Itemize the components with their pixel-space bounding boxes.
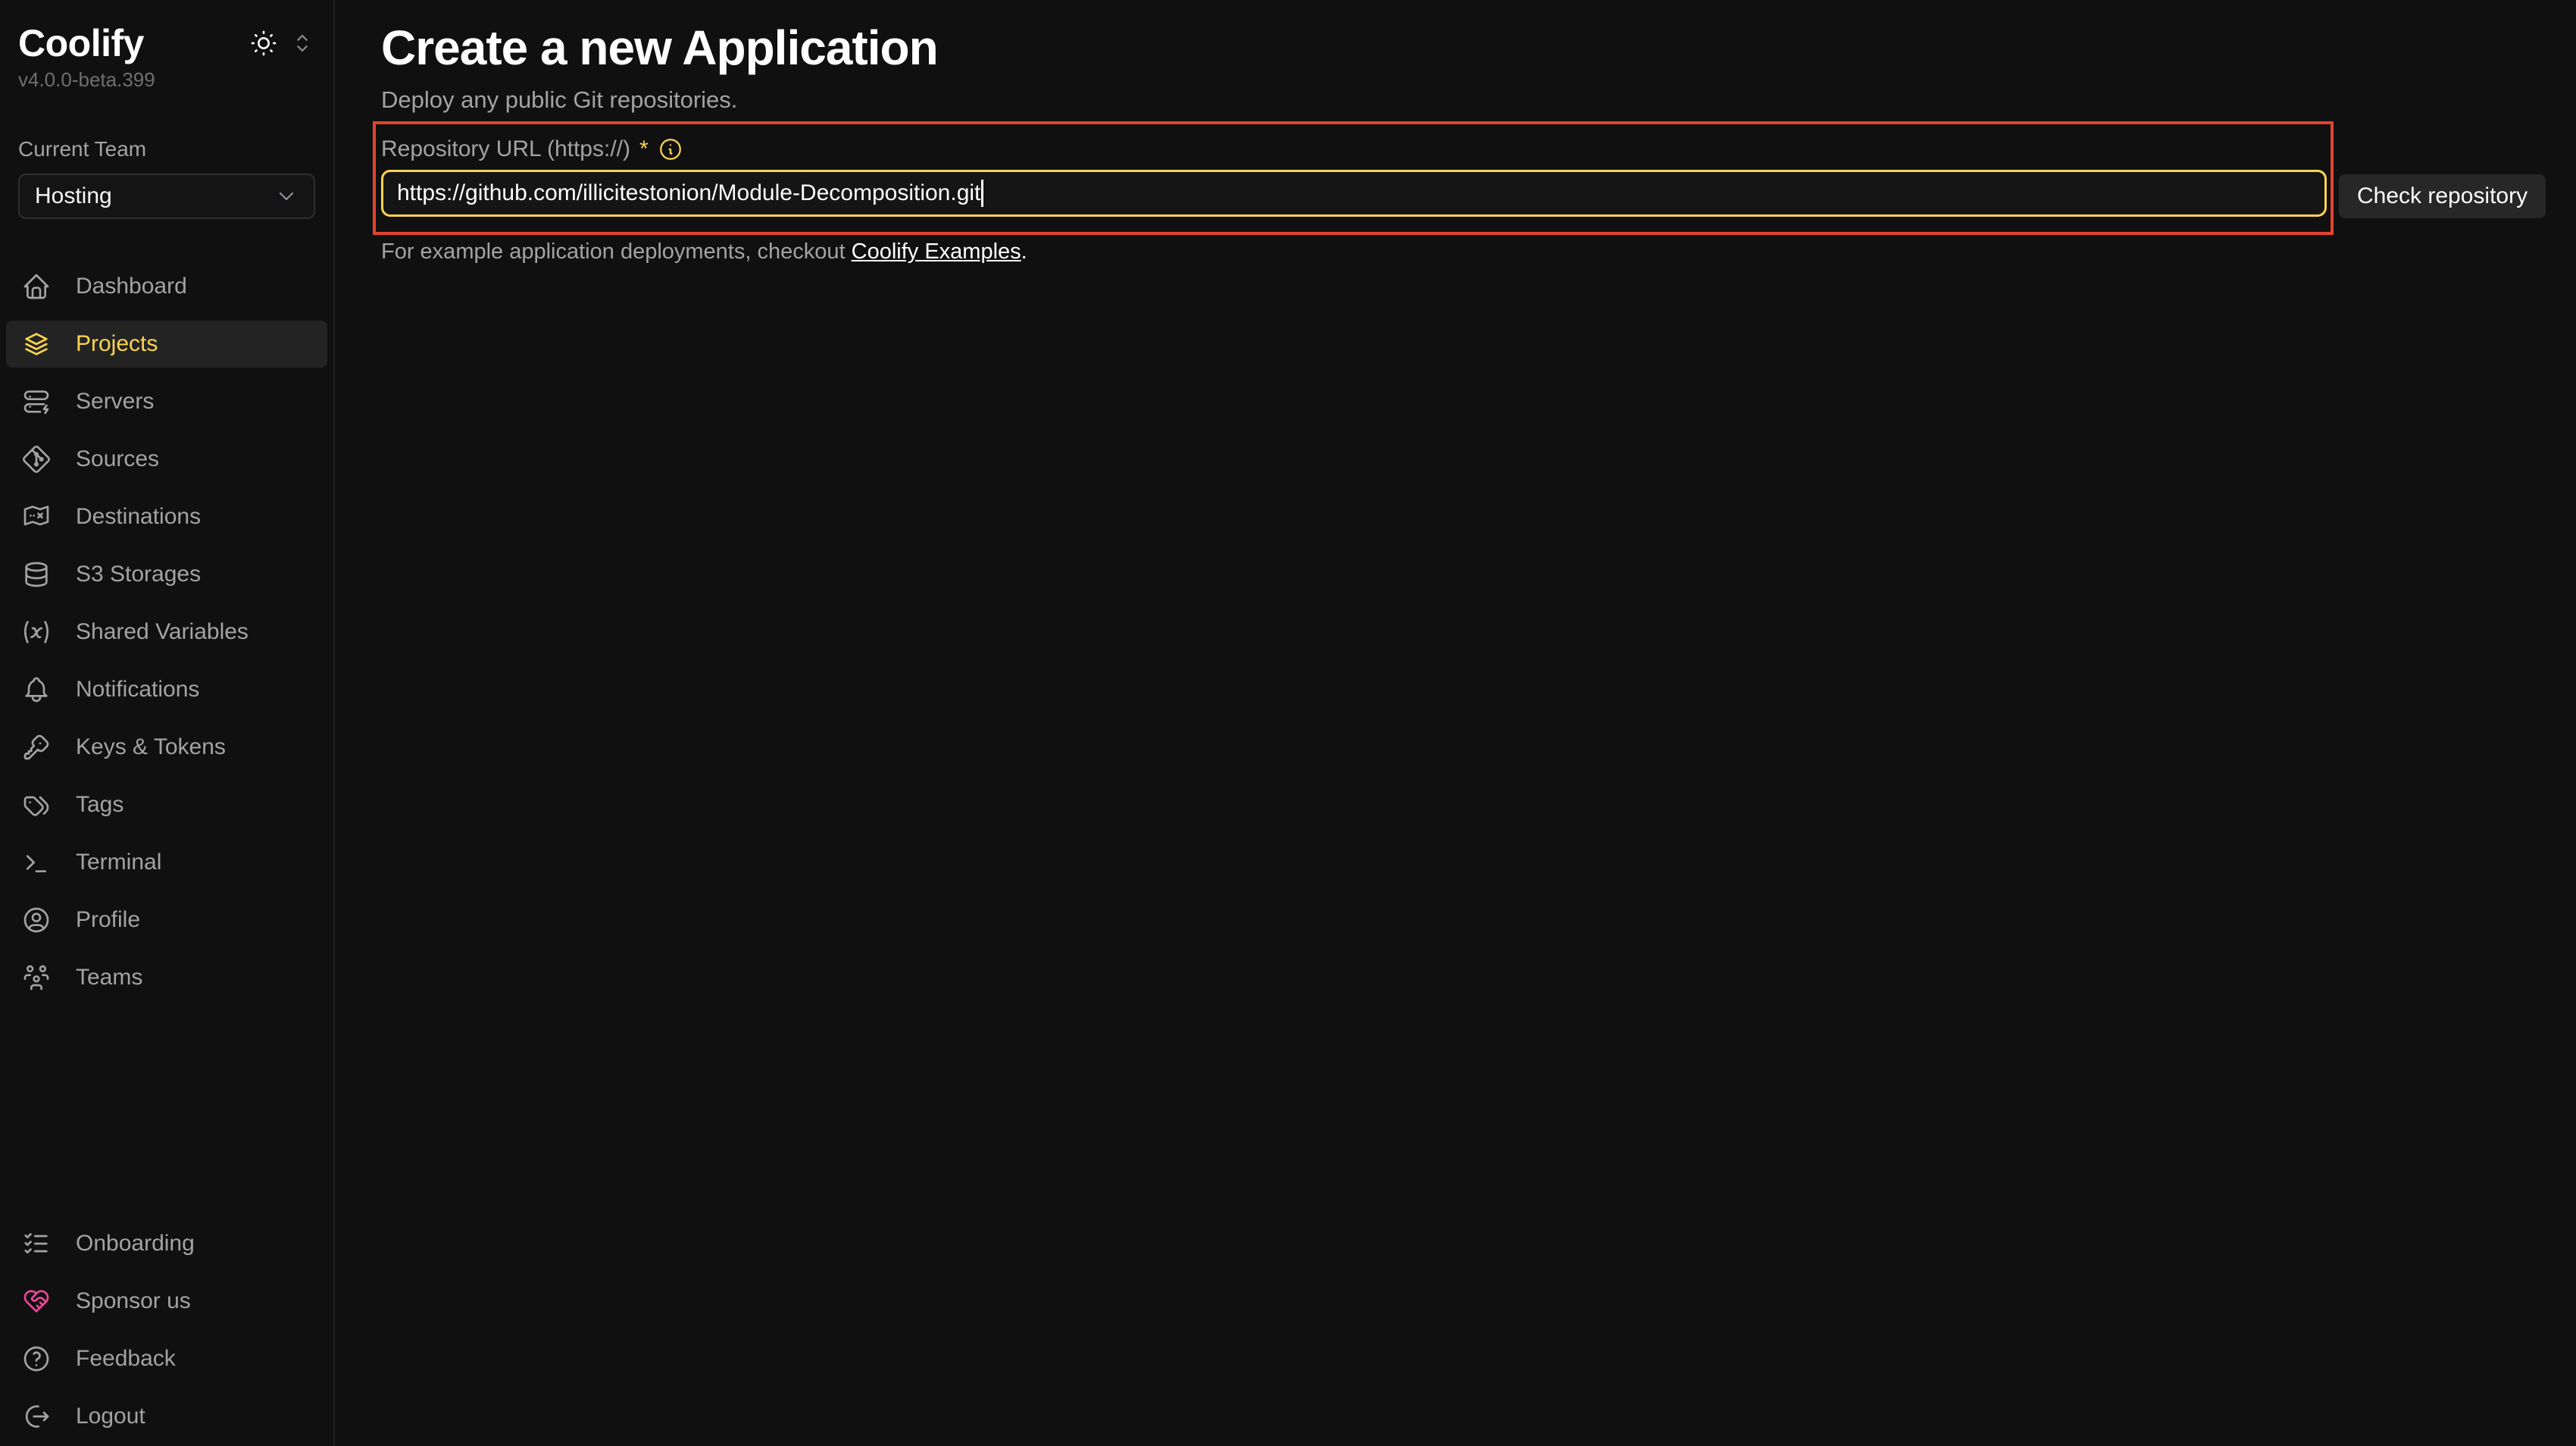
chevron-down-icon	[274, 184, 299, 208]
sidebar-nav: Dashboard Projects Servers Sources Desti…	[6, 263, 327, 1001]
logout-icon	[21, 1401, 52, 1432]
main-content: Create a new Application Deploy any publ…	[335, 0, 2576, 1446]
sidebar-item-logout[interactable]: Logout	[6, 1393, 327, 1440]
team-selector[interactable]: Hosting	[18, 174, 315, 219]
tags-icon	[21, 790, 52, 820]
home-icon	[21, 271, 52, 302]
variable-icon	[21, 617, 52, 647]
sidebar-item-sources[interactable]: Sources	[6, 436, 327, 483]
sidebar-item-label: Tags	[76, 792, 123, 818]
repository-url-input[interactable]: https://github.com/illicitestonion/Modul…	[381, 170, 2327, 217]
repository-url-label: Repository URL (https://)	[381, 136, 630, 162]
server-bolt-icon	[21, 387, 52, 417]
helper-text: For example application deployments, che…	[381, 239, 1027, 264]
required-marker: *	[639, 136, 649, 162]
checklist-icon	[21, 1228, 52, 1259]
sidebar-item-servers[interactable]: Servers	[6, 378, 327, 425]
helper-suffix: .	[1021, 239, 1027, 264]
helper-prefix: For example application deployments, che…	[381, 239, 852, 264]
sidebar-item-dashboard[interactable]: Dashboard	[6, 263, 327, 310]
sidebar-item-label: S3 Storages	[76, 562, 201, 587]
sidebar: Coolify v4.0.0-beta.399 Current Team Hos…	[0, 0, 335, 1446]
sidebar-item-onboarding[interactable]: Onboarding	[6, 1220, 327, 1267]
text-caret	[981, 180, 983, 207]
repository-url-value: https://github.com/illicitestonion/Modul…	[397, 180, 980, 206]
heart-handshake-icon	[21, 1286, 52, 1316]
sidebar-item-label: Logout	[76, 1404, 145, 1429]
sidebar-footer-nav: Onboarding Sponsor us Feedback Logout	[6, 1220, 327, 1440]
sidebar-item-label: Profile	[76, 907, 140, 933]
sun-icon	[249, 28, 279, 58]
sidebar-item-label: Onboarding	[76, 1231, 195, 1257]
layers-icon	[21, 329, 52, 359]
git-icon	[21, 444, 52, 474]
sidebar-item-tags[interactable]: Tags	[6, 781, 327, 828]
team-selector-value: Hosting	[35, 183, 112, 209]
app-version: v4.0.0-beta.399	[18, 68, 315, 92]
key-icon	[21, 732, 52, 762]
sidebar-item-label: Keys & Tokens	[76, 734, 226, 760]
selector-icon	[289, 30, 315, 56]
sidebar-item-label: Destinations	[76, 504, 201, 530]
sidebar-item-keys-tokens[interactable]: Keys & Tokens	[6, 724, 327, 771]
user-circle-icon	[21, 905, 52, 935]
page-title: Create a new Application	[381, 20, 938, 76]
app-logo: Coolify	[18, 21, 144, 65]
sidebar-item-label: Feedback	[76, 1346, 176, 1372]
sidebar-item-feedback[interactable]: Feedback	[6, 1335, 327, 1382]
sidebar-item-label: Terminal	[76, 850, 161, 875]
sidebar-item-projects[interactable]: Projects	[6, 321, 327, 368]
sidebar-item-label: Teams	[76, 965, 142, 991]
sidebar-item-profile[interactable]: Profile	[6, 897, 327, 944]
sidebar-item-sponsor-us[interactable]: Sponsor us	[6, 1278, 327, 1325]
current-team-label: Current Team	[18, 137, 315, 161]
theme-toggle-button[interactable]	[249, 28, 279, 58]
coolify-examples-link[interactable]: Coolify Examples	[852, 239, 1021, 264]
terminal-icon	[21, 847, 52, 878]
sidebar-item-label: Sponsor us	[76, 1288, 191, 1314]
sidebar-item-label: Shared Variables	[76, 619, 249, 645]
check-repository-button[interactable]: Check repository	[2339, 174, 2546, 218]
sidebar-item-label: Projects	[76, 331, 158, 357]
sidebar-item-destinations[interactable]: Destinations	[6, 493, 327, 540]
sidebar-item-terminal[interactable]: Terminal	[6, 839, 327, 886]
sidebar-header: Coolify	[18, 21, 315, 65]
info-icon[interactable]	[658, 136, 683, 162]
bell-icon	[21, 674, 52, 705]
page-subtitle: Deploy any public Git repositories.	[381, 85, 737, 115]
sidebar-item-shared-variables[interactable]: Shared Variables	[6, 609, 327, 656]
map-x-icon	[21, 502, 52, 532]
sidebar-item-notifications[interactable]: Notifications	[6, 666, 327, 713]
sidebar-item-label: Dashboard	[76, 274, 187, 299]
users-group-icon	[21, 962, 52, 993]
help-circle-icon	[21, 1344, 52, 1374]
sidebar-item-s3-storages[interactable]: S3 Storages	[6, 551, 327, 598]
repository-url-label-row: Repository URL (https://) *	[381, 136, 683, 162]
sidebar-item-label: Sources	[76, 446, 159, 472]
sidebar-item-teams[interactable]: Teams	[6, 954, 327, 1001]
sidebar-collapse-button[interactable]	[289, 30, 315, 56]
sidebar-item-label: Servers	[76, 389, 154, 415]
database-icon	[21, 559, 52, 590]
sidebar-item-label: Notifications	[76, 677, 199, 703]
